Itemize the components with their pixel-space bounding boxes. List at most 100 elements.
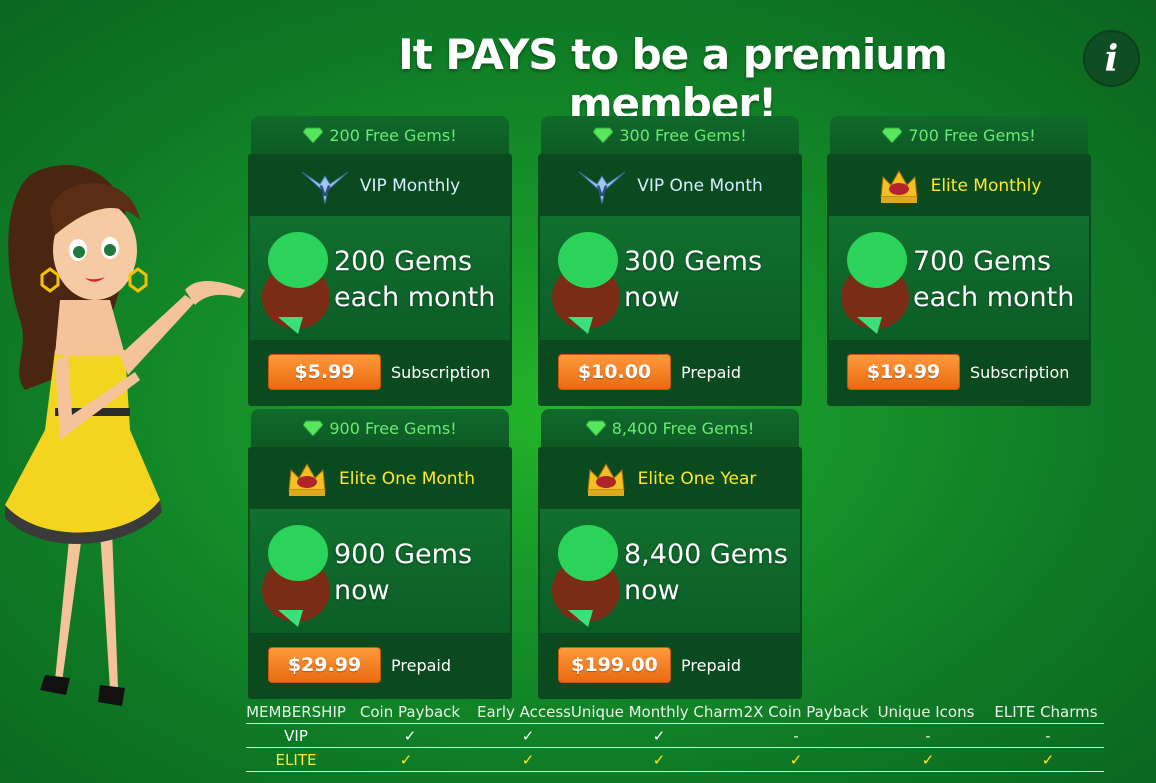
membership-comparison-table: MEMBERSHIP Coin Payback Early Access Uni… (246, 700, 1104, 772)
gem-sack-icon (841, 232, 909, 334)
plan-title: Elite One Year (637, 469, 757, 489)
plan-type-label: Prepaid (391, 655, 451, 675)
row-label: VIP (284, 727, 308, 745)
amount-line-1: 8,400 Gems (624, 539, 788, 570)
plan-card-vip-monthly[interactable]: 200 Free Gems! V VIP Monthly 200 Gems ea… (248, 116, 512, 406)
plan-title-row: V VIP Monthly (250, 156, 510, 216)
vip-wings-badge-icon: V (578, 171, 626, 205)
plan-body: 900 Gems now (250, 509, 510, 633)
amount-line-2: each month (334, 282, 496, 313)
free-gems-label: 300 Free Gems! (619, 125, 747, 145)
column-header: Early Access (477, 703, 571, 721)
check-icon: ✓ (403, 727, 417, 745)
gem-sack-icon (552, 232, 620, 334)
free-gems-tab: 200 Free Gems! (251, 116, 509, 154)
plan-gem-amount: 200 Gems each month (334, 244, 510, 316)
plan-panel: Elite One Month 900 Gems now $29.99 Prep… (248, 447, 512, 699)
plan-card-vip-one-month[interactable]: 300 Free Gems! V VIP One Month 300 Gems … (538, 116, 802, 406)
dash-icon: - (1045, 727, 1051, 745)
check-icon: ✓ (1041, 751, 1055, 769)
plan-body: 200 Gems each month (250, 216, 510, 340)
amount-line-1: 200 Gems (334, 246, 473, 277)
free-gems-tab: 300 Free Gems! (541, 116, 799, 154)
column-header: Coin Payback (359, 703, 461, 721)
amount-line-1: 900 Gems (334, 539, 473, 570)
gem-sack-icon (262, 232, 330, 334)
check-icon: ✓ (652, 751, 666, 769)
plan-panel: V VIP One Month 300 Gems now $10.00 Prep… (538, 154, 802, 406)
plan-body: 700 Gems each month (829, 216, 1089, 340)
column-header: ELITE Charms (994, 703, 1098, 721)
price-button[interactable]: $10.00 (558, 354, 671, 390)
free-gems-label: 8,400 Free Gems! (611, 418, 755, 438)
plan-card-elite-monthly[interactable]: 700 Free Gems! Elite Monthly 700 Gems ea… (827, 116, 1091, 406)
plan-gem-amount: 900 Gems now (334, 537, 510, 609)
hostess-illustration (5, 164, 245, 706)
amount-line-2: now (624, 575, 680, 606)
gem-sack-icon (552, 525, 620, 627)
info-button[interactable]: i (1083, 30, 1140, 87)
gold-crown-icon (288, 462, 326, 496)
plan-title-row: V VIP One Month (540, 156, 800, 216)
gold-crown-icon (880, 169, 918, 203)
green-gem-icon (882, 127, 903, 143)
plan-panel: Elite Monthly 700 Gems each month $19.99… (827, 154, 1091, 406)
check-icon: ✓ (652, 727, 666, 745)
check-icon: ✓ (399, 751, 413, 769)
plan-type-label: Subscription (970, 362, 1070, 382)
price-button[interactable]: $29.99 (268, 647, 381, 683)
plan-card-elite-one-year[interactable]: 8,400 Free Gems! Elite One Year 8,400 Ge… (538, 409, 802, 699)
price-button[interactable]: $5.99 (268, 354, 381, 390)
plan-footer: $199.00 Prepaid (540, 633, 800, 697)
free-gems-label: 900 Free Gems! (329, 418, 457, 438)
free-gems-tab: 700 Free Gems! (830, 116, 1088, 154)
plan-title: Elite One Month (338, 469, 476, 489)
plan-card-elite-one-month[interactable]: 900 Free Gems! Elite One Month 900 Gems … (248, 409, 512, 699)
green-gem-icon (585, 420, 606, 436)
gold-crown-icon (587, 462, 625, 496)
plan-type-label: Prepaid (681, 362, 741, 382)
row-label: ELITE (275, 751, 317, 769)
plan-footer: $5.99 Subscription (250, 340, 510, 404)
check-icon: ✓ (789, 751, 803, 769)
amount-line-2: each month (913, 282, 1075, 313)
price-button[interactable]: $19.99 (847, 354, 960, 390)
column-header: Unique Icons (877, 703, 975, 721)
free-gems-label: 700 Free Gems! (908, 125, 1036, 145)
column-header: Unique Monthly Charm (570, 703, 744, 721)
svg-text:V: V (597, 184, 608, 200)
dash-icon: - (793, 727, 799, 745)
green-gem-icon (303, 127, 324, 143)
plan-body: 8,400 Gems now (540, 509, 800, 633)
amount-line-1: 300 Gems (624, 246, 763, 277)
plan-gem-amount: 300 Gems now (624, 244, 800, 316)
plan-body: 300 Gems now (540, 216, 800, 340)
svg-text:V: V (319, 184, 330, 200)
plan-type-label: Prepaid (681, 655, 741, 675)
amount-line-2: now (334, 575, 390, 606)
price-button[interactable]: $199.00 (558, 647, 671, 683)
plan-footer: $19.99 Subscription (829, 340, 1089, 404)
plan-type-label: Subscription (391, 362, 491, 382)
plan-title: Elite Monthly (930, 176, 1042, 196)
free-gems-label: 200 Free Gems! (329, 125, 457, 145)
column-header: MEMBERSHIP (246, 703, 346, 721)
green-gem-icon (593, 127, 614, 143)
plan-title: VIP Monthly (359, 176, 461, 196)
dash-icon: - (925, 727, 931, 745)
plan-title: VIP One Month (637, 176, 763, 196)
comparison-row-elite: ELITE ✓ ✓ ✓ ✓ ✓ ✓ (246, 748, 1104, 772)
green-gem-icon (303, 420, 324, 436)
free-gems-tab: 900 Free Gems! (251, 409, 509, 447)
check-icon: ✓ (921, 751, 935, 769)
plan-title-row: Elite One Year (540, 449, 800, 509)
plan-footer: $10.00 Prepaid (540, 340, 800, 404)
plan-gem-amount: 700 Gems each month (913, 244, 1089, 316)
amount-line-2: now (624, 282, 680, 313)
plan-panel: Elite One Year 8,400 Gems now $199.00 Pr… (538, 447, 802, 699)
gem-sack-icon (262, 525, 330, 627)
vip-wings-badge-icon: V (301, 171, 349, 205)
amount-line-1: 700 Gems (913, 246, 1052, 277)
plan-footer: $29.99 Prepaid (250, 633, 510, 697)
plan-gem-amount: 8,400 Gems now (624, 537, 800, 609)
